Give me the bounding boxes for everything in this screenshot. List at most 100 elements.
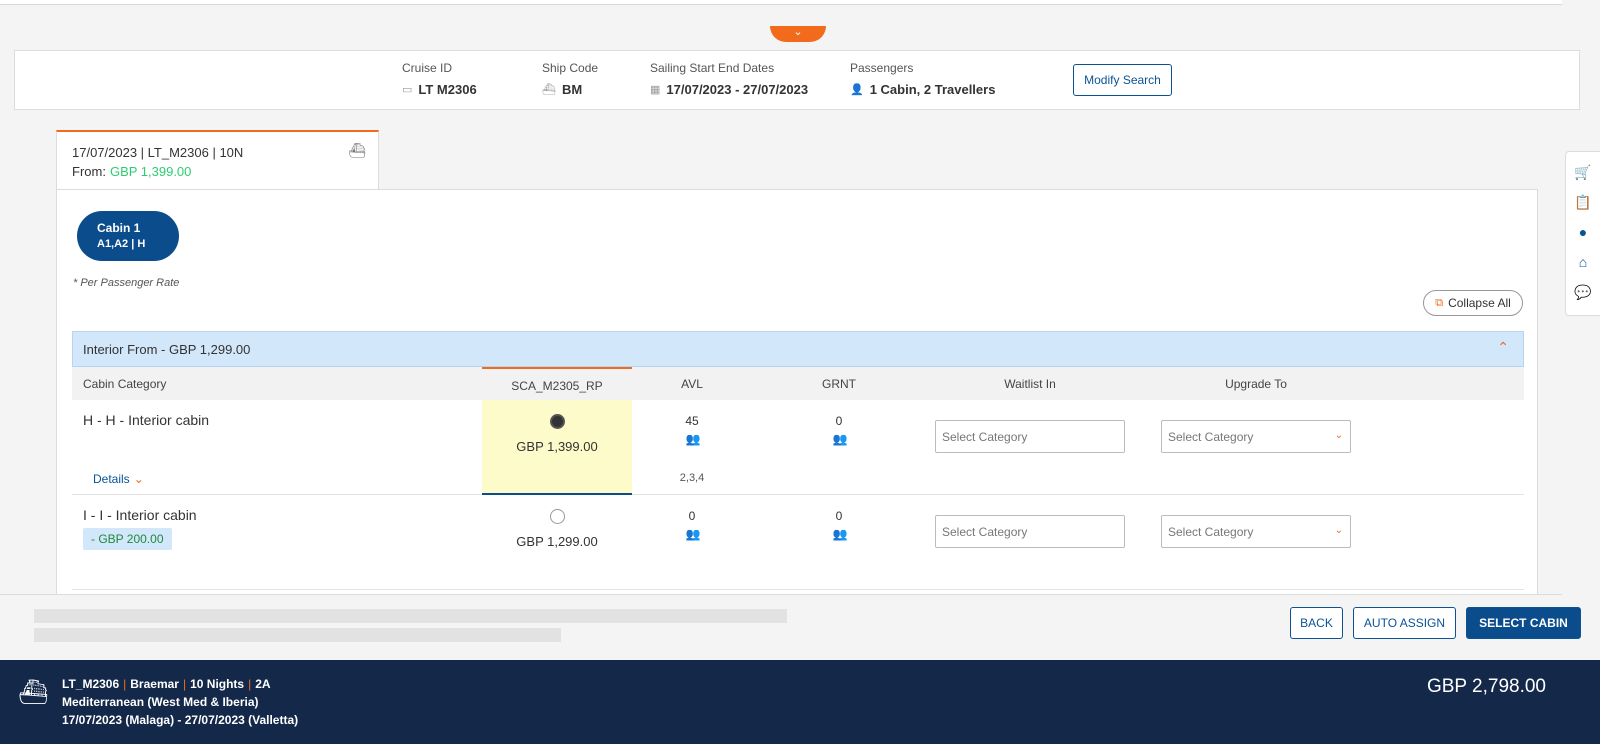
group-icon: 👥 bbox=[685, 527, 701, 541]
ship-code-field: Ship Code ⛴ BM bbox=[542, 61, 598, 97]
fare-cell-selected[interactable]: GBP 1,399.00 bbox=[482, 400, 632, 495]
ship-icon: ⛴ bbox=[542, 84, 556, 96]
details-toggle[interactable]: Details ⌄ bbox=[93, 472, 144, 486]
cabin-category-name: H - H - Interior cabin bbox=[83, 412, 210, 428]
passengers-field: Passengers 👤 1 Cabin, 2 Travellers bbox=[850, 61, 995, 97]
search-summary-bar: Cruise ID ▭ LT M2306 Ship Code ⛴ BM Sailin… bbox=[14, 50, 1580, 110]
calendar-icon: ▦ bbox=[650, 84, 661, 96]
booking-summary-footer: ⛴ LT_M2306 | Braemar | 10 Nights | 2A Mediterr… bbox=[0, 660, 1600, 744]
col-grnt: GRNT bbox=[822, 377, 856, 391]
cruise-id-value: LT M2306 bbox=[418, 82, 477, 97]
select-cabin-button[interactable]: SELECT CABIN bbox=[1466, 607, 1581, 639]
chevron-down-icon: ⌄ bbox=[793, 26, 803, 38]
cabin-selection-panel: Cabin 1 A1,A2 | H * Per Passenger Rate ⧉… bbox=[56, 189, 1538, 649]
table-row: H - H - Interior cabin Details ⌄ GBP 1,39… bbox=[72, 400, 1524, 495]
avl-value: 0 bbox=[688, 509, 696, 523]
person-icon: 👤 bbox=[850, 84, 864, 96]
ship-code-label: Ship Code bbox=[542, 61, 599, 75]
upgrade-select[interactable]: Select Category ⌄ bbox=[1161, 515, 1351, 548]
fare-radio[interactable] bbox=[549, 414, 565, 429]
cabin-category-name: I - I - Interior cabin bbox=[83, 507, 197, 523]
discount-badge: - GBP 200.00 bbox=[83, 528, 172, 550]
loading-placeholder bbox=[34, 609, 787, 623]
upgrade-select[interactable]: Select Category ⌄ bbox=[1161, 420, 1351, 453]
ship-code-value: BM bbox=[561, 82, 583, 97]
chat-icon[interactable]: 💬 bbox=[1574, 284, 1591, 300]
chevron-down-icon: ⌄ bbox=[1334, 430, 1343, 441]
collapse-all-button[interactable]: ⧉ Collapse All bbox=[1423, 290, 1523, 316]
cabin-pill-sub: A1,A2 | H bbox=[97, 238, 146, 250]
sailing-tab[interactable]: 17/07/2023 | LT_M2306 | 10N From: GBP 1,3… bbox=[56, 130, 379, 189]
from-label: From: bbox=[72, 164, 106, 179]
cabin-1-pill[interactable]: Cabin 1 A1,A2 | H bbox=[77, 211, 179, 261]
upgrade-select-value: Select Category bbox=[1168, 525, 1254, 539]
ship-icon: ⛴ bbox=[348, 142, 366, 158]
clipboard-icon[interactable]: 📋 bbox=[1574, 194, 1591, 210]
occupancy-options: 2,3,4 bbox=[679, 472, 705, 484]
id-card-icon: ▭ bbox=[402, 84, 413, 96]
footer-route: 17/07/2023 (Malaga) - 27/07/2023 (Vallet… bbox=[62, 713, 299, 727]
user-icon[interactable]: ● bbox=[1579, 224, 1587, 240]
passengers-value: 1 Cabin, 2 Travellers bbox=[869, 82, 996, 97]
footer-region: Mediterranean (West Med & Iberia) bbox=[62, 695, 259, 709]
avl-value: 45 bbox=[685, 414, 699, 428]
chevron-up-icon[interactable]: ⌃ bbox=[1497, 339, 1509, 356]
table-row: I - I - Interior cabin - GBP 200.00 GBP … bbox=[72, 495, 1524, 590]
col-avl: AVL bbox=[681, 377, 703, 391]
grnt-value: 0 bbox=[835, 414, 843, 428]
footer-total-price: GBP 2,798.00 bbox=[1426, 676, 1546, 697]
fare-radio[interactable] bbox=[549, 509, 565, 524]
from-price: GBP 1,399.00 bbox=[109, 164, 192, 179]
fare-price: GBP 1,399.00 bbox=[516, 439, 598, 454]
col-fare-code: SCA_M2305_RP bbox=[482, 367, 632, 400]
booking-info: LT_M2306 | Braemar | 10 Nights | 2A Mediterran… bbox=[62, 677, 299, 727]
ship-icon: ⛴ bbox=[18, 679, 49, 706]
quick-actions-rail: 🛒 📋 ● ⌂ 💬 bbox=[1565, 151, 1600, 316]
chevron-down-icon: ⌄ bbox=[1334, 525, 1343, 536]
sailing-summary: 17/07/2023 | LT_M2306 | 10N bbox=[72, 145, 244, 160]
cart-icon[interactable]: 🛒 bbox=[1574, 164, 1591, 180]
action-bar: BACK AUTO ASSIGN SELECT CABIN bbox=[0, 594, 1581, 660]
grnt-cell: 0 👥 bbox=[809, 509, 869, 541]
col-waitlist: Waitlist In bbox=[1004, 377, 1056, 391]
sailing-dates-label: Sailing Start End Dates bbox=[650, 61, 775, 75]
details-label: Details bbox=[93, 472, 130, 486]
group-icon: 👥 bbox=[832, 432, 848, 446]
sailing-dates-value: 17/07/2023 - 27/07/2023 bbox=[666, 82, 809, 97]
passengers-label: Passengers bbox=[850, 61, 914, 75]
footer-ship-name: Braemar bbox=[130, 677, 179, 691]
waitlist-select[interactable]: Select Category bbox=[935, 515, 1125, 548]
cruise-id-field: Cruise ID ▭ LT M2306 bbox=[402, 61, 477, 97]
collapse-all-label: Collapse All bbox=[1448, 296, 1511, 310]
grnt-value: 0 bbox=[835, 509, 843, 523]
top-divider bbox=[0, 0, 1562, 5]
category-header-interior[interactable]: Interior From - GBP 1,299.00 ⌃ bbox=[72, 331, 1524, 367]
col-cabin-category: Cabin Category bbox=[83, 377, 167, 391]
collapse-icon: ⧉ bbox=[1435, 296, 1444, 309]
auto-assign-button[interactable]: AUTO ASSIGN bbox=[1353, 607, 1456, 639]
fare-cell[interactable]: GBP 1,299.00 bbox=[482, 495, 632, 590]
cruise-id-label: Cruise ID bbox=[402, 61, 453, 75]
chevron-down-icon: ⌄ bbox=[133, 472, 144, 486]
cabin-pill-title: Cabin 1 bbox=[97, 221, 141, 235]
group-icon: 👥 bbox=[832, 527, 848, 541]
back-button[interactable]: BACK bbox=[1290, 607, 1343, 639]
col-upgrade: Upgrade To bbox=[1225, 377, 1287, 391]
avl-cell: 45 👥 bbox=[662, 414, 722, 446]
loading-placeholder bbox=[34, 628, 561, 642]
sailing-dates-field: Sailing Start End Dates ▦ 17/07/2023 - 27… bbox=[650, 61, 808, 97]
per-passenger-note: * Per Passenger Rate bbox=[73, 277, 180, 289]
category-header-title: Interior From - GBP 1,299.00 bbox=[83, 342, 251, 357]
grnt-cell: 0 👥 bbox=[809, 414, 869, 446]
modify-search-button[interactable]: Modify Search bbox=[1073, 64, 1172, 96]
group-icon: 👥 bbox=[685, 432, 701, 446]
column-headers: Cabin Category SCA_M2305_RP AVL GRNT Wai… bbox=[72, 367, 1524, 400]
footer-occupancy: 2A bbox=[255, 677, 271, 691]
footer-cruise-code: LT_M2306 bbox=[62, 677, 120, 691]
upgrade-select-value: Select Category bbox=[1168, 430, 1254, 444]
footer-nights: 10 Nights bbox=[190, 677, 245, 691]
collapse-search-toggle[interactable]: ⌄ bbox=[770, 26, 826, 42]
waitlist-select[interactable]: Select Category bbox=[935, 420, 1125, 453]
home-icon[interactable]: ⌂ bbox=[1579, 254, 1587, 270]
avl-cell: 0 👥 bbox=[662, 509, 722, 541]
